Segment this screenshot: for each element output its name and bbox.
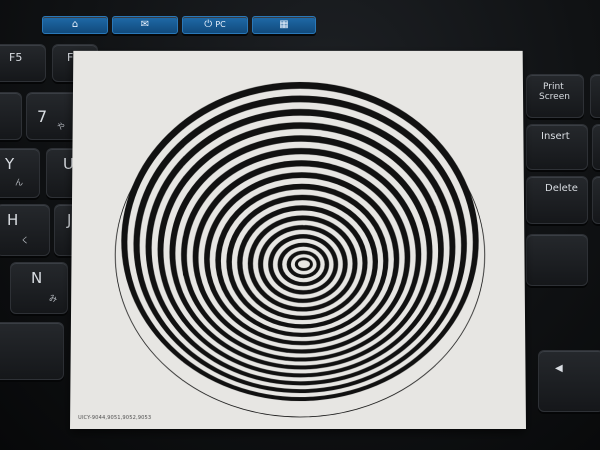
key-arrow-left[interactable]: ◀	[538, 350, 600, 412]
fn-key-home[interactable]: ⌂	[42, 16, 108, 34]
key-h-label: H	[7, 211, 19, 229]
key-h-kana: く	[21, 236, 29, 245]
key-y-label: Y	[5, 155, 15, 173]
home-icon: ⌂	[71, 19, 79, 30]
key-print-screen[interactable]: Print Screen	[526, 74, 584, 118]
key-home[interactable]	[592, 124, 600, 170]
photo-scene: ⌂ ✉ ⏻ PC ▦ F5 F6 7 や Y ん U H く J N み Pri…	[0, 0, 600, 450]
key-right-blank[interactable]	[526, 234, 588, 286]
delete-label: Delete	[545, 183, 578, 194]
op-art-vortex	[70, 81, 526, 429]
mail-icon: ✉	[140, 19, 150, 30]
calculator-icon: ▦	[279, 19, 289, 30]
fn-key-power[interactable]: ⏻ PC	[182, 16, 248, 34]
key-6[interactable]	[0, 92, 22, 140]
fn-key-calculator[interactable]: ▦	[252, 16, 316, 34]
key-f5-label: F5	[9, 51, 23, 64]
key-n-kana: み	[49, 294, 57, 303]
album-insert-card: UICY-9044,9051,9052,9053	[70, 50, 526, 429]
key-insert[interactable]: Insert	[526, 124, 588, 170]
vortex-center	[301, 220, 307, 226]
catalog-number: UICY-9044,9051,9052,9053	[78, 415, 152, 422]
key-7-label: 7	[37, 107, 48, 126]
key-7[interactable]: 7 や	[26, 92, 78, 140]
print-label-1: Print	[543, 82, 564, 92]
key-pause[interactable]	[590, 74, 600, 118]
vortex-ring	[298, 260, 310, 269]
key-f5[interactable]: F5	[0, 44, 46, 82]
key-y[interactable]: Y ん	[0, 148, 40, 198]
power-key-label: PC	[215, 20, 226, 29]
arrow-left-icon: ◀	[555, 363, 563, 374]
fn-key-mail[interactable]: ✉	[112, 16, 178, 34]
key-n[interactable]: N み	[10, 262, 68, 314]
key-7-kana: や	[57, 122, 65, 131]
print-label-2: Screen	[539, 92, 570, 102]
insert-label: Insert	[541, 131, 570, 142]
key-end[interactable]	[592, 176, 600, 224]
key-y-kana: ん	[15, 178, 23, 187]
key-h[interactable]: H く	[0, 204, 50, 256]
power-icon: ⏻ PC	[204, 19, 226, 30]
key-n-label: N	[31, 269, 43, 287]
key-delete[interactable]: Delete	[526, 176, 588, 224]
key-space-left[interactable]	[0, 322, 64, 380]
